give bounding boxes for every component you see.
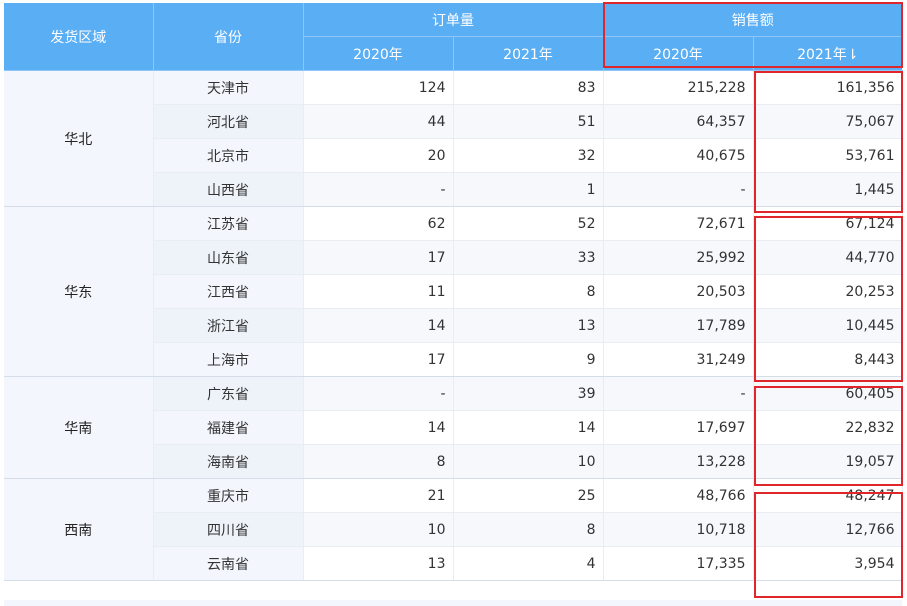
orders-2020-cell: 44	[303, 104, 454, 139]
province-cell: 海南省	[153, 444, 304, 479]
orders-2020-cell: 20	[303, 138, 454, 173]
orders-2020-cell: -	[303, 172, 454, 207]
header-sales[interactable]: 销售额	[603, 3, 902, 37]
sales-table: 发货区域 省份 订单量 销售额 2020年 2021年 2020年 2021年⇂…	[4, 3, 903, 581]
orders-2020-cell: 8	[303, 444, 454, 479]
orders-2021-cell: 10	[453, 444, 604, 479]
province-cell: 福建省	[153, 410, 304, 445]
province-cell: 浙江省	[153, 308, 304, 343]
table-row: 华南 广东省 - 39 - 60,405	[4, 376, 903, 479]
province-cell: 广东省	[153, 376, 304, 411]
province-cell: 重庆市	[153, 478, 304, 513]
orders-2021-cell: 83	[453, 70, 604, 105]
table-row: 西南 重庆市 21 25 48,766 48,247	[4, 478, 903, 581]
orders-2020-cell: 17	[303, 342, 454, 377]
orders-2020-cell: 14	[303, 308, 454, 343]
region-cell: 华北	[4, 70, 154, 207]
orders-2021-cell: 51	[453, 104, 604, 139]
sales-2020-cell: -	[603, 172, 754, 207]
orders-2021-cell: 8	[453, 512, 604, 547]
province-cell: 北京市	[153, 138, 304, 173]
sales-2021-cell: 53,761	[753, 138, 903, 173]
province-cell: 四川省	[153, 512, 304, 547]
header-sales-2021[interactable]: 2021年⇂	[753, 36, 902, 71]
sales-2021-cell: 60,405	[753, 376, 903, 411]
sales-2020-cell: 20,503	[603, 274, 754, 309]
region-cell: 华南	[4, 376, 154, 479]
table-row: 华东 江苏省 62 52 72,671 67,124	[4, 206, 903, 377]
sales-2020-cell: 48,766	[603, 478, 754, 513]
sales-2020-cell: 72,671	[603, 206, 754, 241]
sales-2021-cell: 44,770	[753, 240, 903, 275]
header-sales-2020[interactable]: 2020年	[603, 36, 754, 71]
orders-2020-cell: -	[303, 376, 454, 411]
sales-2020-cell: -	[603, 376, 754, 411]
table-row: 华北 天津市 124 83 215,228 161,356	[4, 70, 903, 207]
orders-2020-cell: 13	[303, 546, 454, 581]
sales-2020-cell: 17,697	[603, 410, 754, 445]
orders-2021-cell: 32	[453, 138, 604, 173]
orders-2021-cell: 39	[453, 376, 604, 411]
sales-2020-cell: 25,992	[603, 240, 754, 275]
sales-2021-cell: 3,954	[753, 546, 903, 581]
orders-2020-cell: 62	[303, 206, 454, 241]
sales-2021-cell: 67,124	[753, 206, 903, 241]
orders-2021-cell: 25	[453, 478, 604, 513]
header-orders[interactable]: 订单量	[303, 3, 604, 37]
sales-2020-cell: 64,357	[603, 104, 754, 139]
orders-2021-cell: 52	[453, 206, 604, 241]
sales-2020-cell: 40,675	[603, 138, 754, 173]
orders-2020-cell: 21	[303, 478, 454, 513]
header-region[interactable]: 发货区域	[4, 3, 154, 71]
sales-2020-cell: 13,228	[603, 444, 754, 479]
sales-2021-cell: 1,445	[753, 172, 903, 207]
province-cell: 上海市	[153, 342, 304, 377]
orders-2021-cell: 1	[453, 172, 604, 207]
orders-2020-cell: 14	[303, 410, 454, 445]
sales-2020-cell: 215,228	[603, 70, 754, 105]
sales-2020-cell: 31,249	[603, 342, 754, 377]
orders-2021-cell: 9	[453, 342, 604, 377]
orders-2020-cell: 124	[303, 70, 454, 105]
province-cell: 云南省	[153, 546, 304, 581]
orders-2021-cell: 8	[453, 274, 604, 309]
table-footer-edge	[4, 600, 902, 606]
sales-2021-cell: 48,247	[753, 478, 903, 513]
orders-2020-cell: 17	[303, 240, 454, 275]
orders-2021-cell: 4	[453, 546, 604, 581]
province-cell: 山西省	[153, 172, 304, 207]
sales-2021-cell: 20,253	[753, 274, 903, 309]
sales-2020-cell: 17,335	[603, 546, 754, 581]
province-cell: 江苏省	[153, 206, 304, 241]
sales-2021-cell: 22,832	[753, 410, 903, 445]
province-cell: 河北省	[153, 104, 304, 139]
sales-2021-cell: 161,356	[753, 70, 903, 105]
orders-2021-cell: 14	[453, 410, 604, 445]
region-cell: 华东	[4, 206, 154, 377]
sales-2020-cell: 17,789	[603, 308, 754, 343]
orders-2020-cell: 11	[303, 274, 454, 309]
orders-2021-cell: 13	[453, 308, 604, 343]
sales-2021-cell: 10,445	[753, 308, 903, 343]
province-cell: 山东省	[153, 240, 304, 275]
region-cell: 西南	[4, 478, 154, 581]
province-cell: 天津市	[153, 70, 304, 105]
sales-2021-cell: 12,766	[753, 512, 903, 547]
header-orders-2020[interactable]: 2020年	[303, 36, 454, 71]
sales-2021-cell: 75,067	[753, 104, 903, 139]
header-province[interactable]: 省份	[153, 3, 304, 71]
header-orders-2021[interactable]: 2021年	[453, 36, 604, 71]
province-cell: 江西省	[153, 274, 304, 309]
sales-2020-cell: 10,718	[603, 512, 754, 547]
orders-2020-cell: 10	[303, 512, 454, 547]
sales-2021-cell: 19,057	[753, 444, 903, 479]
sales-2021-cell: 8,443	[753, 342, 903, 377]
orders-2021-cell: 33	[453, 240, 604, 275]
